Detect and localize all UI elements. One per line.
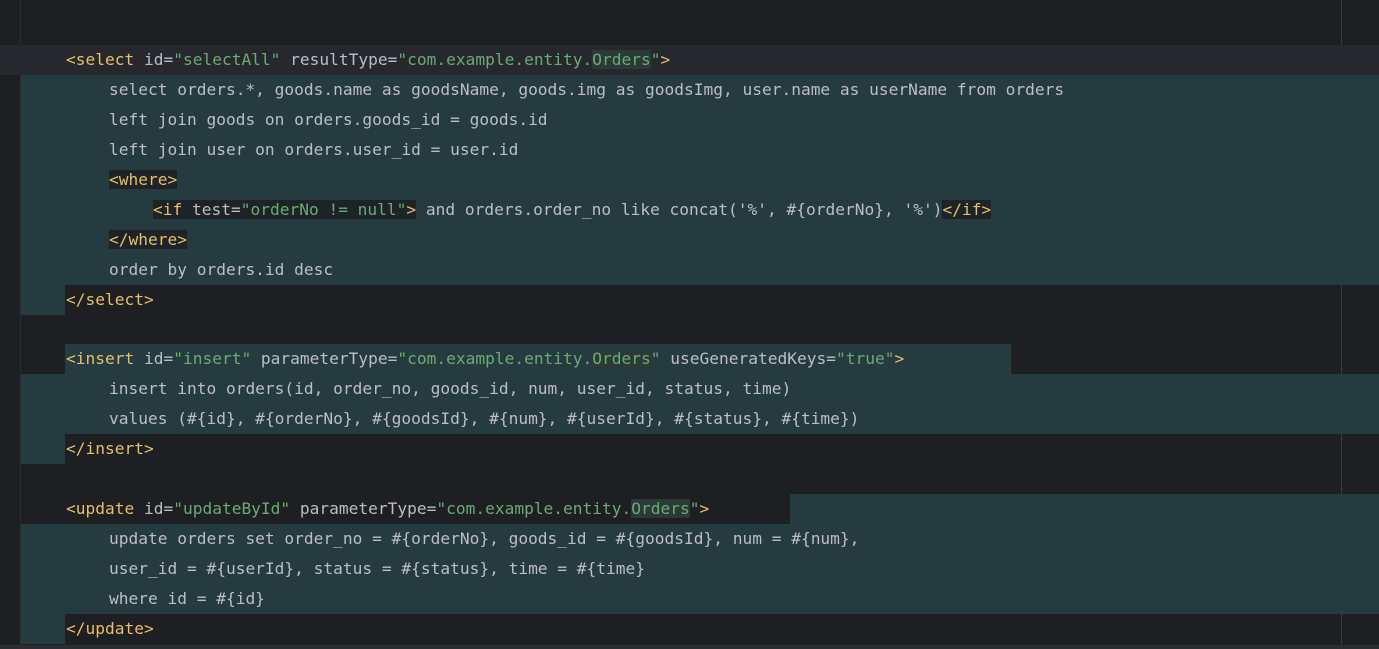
code-line-insert-open[interactable]: <insert id="insert" parameterType="com.e… [66,344,904,374]
code-line-update-open[interactable]: <update id="updateById" parameterType="c… [66,494,709,524]
select-open-gt: > [660,50,671,69]
where-close-tag: </where> [109,230,187,249]
if-body: and orders.order_no like concat('%', #{o… [416,200,943,219]
select-type-entity: Orders [592,50,651,69]
code-line-order-by[interactable]: order by orders.id desc [109,255,333,285]
insert-open-gt: > [894,349,905,368]
if-open-gt: > [406,200,417,219]
select-id-value: "selectAll" [173,50,281,69]
select-close-gutter-highlight [21,285,65,315]
select-type-prefix: "com.example.entity. [397,50,593,69]
update-type-prefix: "com.example.entity. [436,499,632,518]
code-line-update-2[interactable]: user_id = #{userId}, status = #{status},… [109,554,645,584]
code-line-insert-close[interactable]: </insert> [66,434,154,464]
if-test-attr: test= [182,200,241,219]
code-line-select-open[interactable]: <select id="selectAll" resultType="com.e… [66,45,670,75]
code-line-select-close[interactable]: </select> [66,285,154,315]
select-type-attr: resultType= [280,50,398,69]
insert-type-prefix: "com.example.entity. [397,349,593,368]
insert-keys-attr: useGeneratedKeys= [660,349,836,368]
code-line-where-open[interactable]: <where> [109,165,178,195]
update-id-attr: id= [134,499,174,518]
code-line-update-close[interactable]: </update> [66,614,154,644]
update-open-highlight [790,494,1379,524]
code-line-if[interactable]: <if test="orderNo != null"> and orders.o… [109,195,992,225]
where-open-tag: <where> [109,170,178,189]
code-line-select-2[interactable]: left join goods on orders.goods_id = goo… [109,105,548,135]
insert-type-entity: Orders [592,349,651,368]
horizontal-scrollbar-track[interactable] [0,645,1379,649]
insert-id-attr: id= [134,349,174,368]
update-type-suffix: " [689,499,700,518]
select-type-suffix: " [650,50,661,69]
code-line-select-1[interactable]: select orders.*, goods.name as goodsName… [109,75,1064,105]
code-editor[interactable]: <select id="selectAll" resultType="com.e… [0,0,1379,649]
code-line-insert-1[interactable]: insert into orders(id, order_no, goods_i… [109,374,791,404]
insert-keys-value: "true" [835,349,895,368]
if-open-tag: <if [153,200,183,219]
if-test-value: "orderNo != null" [240,200,407,219]
code-line-select-3[interactable]: left join user on orders.user_id = user.… [109,135,518,165]
select-open-tag: <select [66,50,135,69]
update-open-gt: > [699,499,710,518]
code-line-update-3[interactable]: where id = #{id} [109,584,265,614]
update-close-tag: </update> [66,619,154,638]
insert-close-tag: </insert> [66,439,154,458]
select-id-attr: id= [134,50,174,69]
insert-close-gutter-highlight [21,434,65,464]
update-id-value: "updateById" [173,499,291,518]
update-type-entity: Orders [631,499,690,518]
insert-type-suffix: " [650,349,661,368]
update-type-attr: parameterType= [290,499,437,518]
update-close-gutter-highlight [21,614,65,644]
insert-type-attr: parameterType= [251,349,398,368]
if-close-tag: </if> [942,200,992,219]
code-line-where-close[interactable]: </where> [109,225,187,255]
code-line-insert-2[interactable]: values (#{id}, #{orderNo}, #{goodsId}, #… [109,404,859,434]
insert-id-value: "insert" [173,349,252,368]
update-open-tag: <update [66,499,135,518]
insert-open-tag: <insert [66,349,135,368]
select-close-tag: </select> [66,290,154,309]
code-line-update-1[interactable]: update orders set order_no = #{orderNo},… [109,524,859,554]
